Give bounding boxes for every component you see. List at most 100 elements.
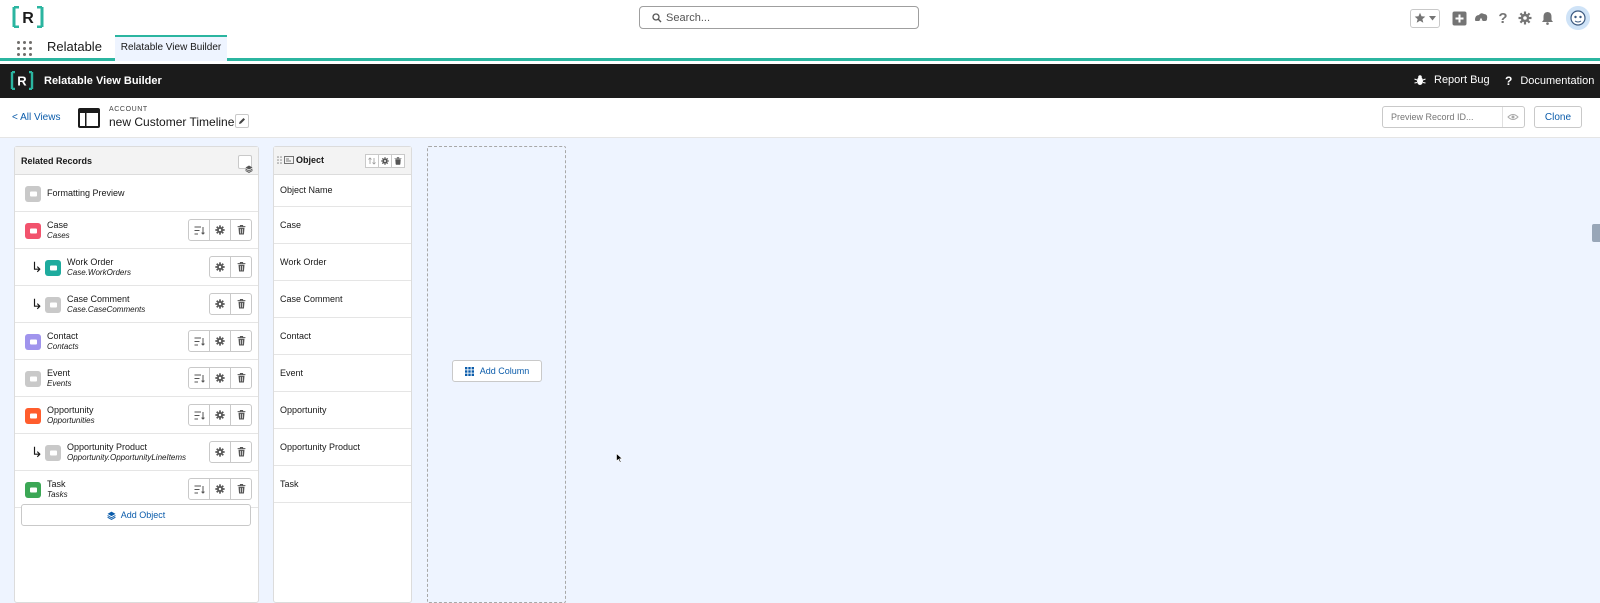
sort-button[interactable] <box>365 154 379 168</box>
sort-button[interactable] <box>188 404 210 426</box>
settings-button[interactable] <box>209 367 231 389</box>
global-add-icon[interactable] <box>1448 7 1470 29</box>
trash-icon <box>237 484 246 494</box>
related-records-header: Related Records <box>15 147 258 175</box>
formatting-preview-icon <box>25 186 41 202</box>
preview-eye-icon[interactable] <box>1504 111 1522 123</box>
delete-button[interactable] <box>230 256 252 278</box>
settings-button[interactable] <box>209 330 231 352</box>
sort-icon <box>194 374 205 383</box>
settings-button[interactable] <box>209 441 231 463</box>
gear-icon <box>215 410 225 420</box>
related-record-row[interactable]: Event Events <box>15 360 258 397</box>
object-cell: Case <box>274 207 411 244</box>
delete-button[interactable] <box>230 330 252 352</box>
related-records-panel: Related Records Formatting Preview Case Ca… <box>14 146 259 603</box>
sort-button[interactable] <box>188 367 210 389</box>
all-views-link[interactable]: < All Views <box>12 112 60 123</box>
related-record-row[interactable]: Task Tasks <box>15 471 258 508</box>
related-record-row[interactable]: Opportunity Opportunities <box>15 397 258 434</box>
settings-button[interactable] <box>209 293 231 315</box>
view-header: < All Views ACCOUNT new Customer Timelin… <box>0 98 1600 138</box>
tab-relatable-view-builder[interactable]: Relatable View Builder <box>115 35 227 61</box>
builder-title: Relatable View Builder <box>44 75 162 87</box>
delete-button[interactable] <box>230 367 252 389</box>
related-record-row[interactable]: ↳ Work Order Case.WorkOrders <box>15 249 258 286</box>
sort-button[interactable] <box>188 478 210 500</box>
add-column-drop-zone[interactable]: Add Column <box>427 146 566 603</box>
side-panel-tab[interactable] <box>1592 224 1600 242</box>
row-actions <box>209 256 252 278</box>
sort-button[interactable] <box>188 219 210 241</box>
related-record-row[interactable]: ↳ Case Comment Case.CaseComments <box>15 286 258 323</box>
trash-icon <box>237 225 246 235</box>
column-settings-button[interactable] <box>378 154 392 168</box>
add-column-button[interactable]: Add Column <box>452 360 542 382</box>
related-record-path: Opportunity.OpportunityLineItems <box>67 453 187 462</box>
object-cell: Task <box>274 466 411 503</box>
sort-button[interactable] <box>188 330 210 352</box>
clone-button[interactable]: Clone <box>1534 106 1582 128</box>
related-record-row[interactable]: Contact Contacts <box>15 323 258 360</box>
favorites-button[interactable] <box>1410 8 1440 28</box>
drag-handle-icon[interactable] <box>277 156 282 166</box>
work-order-icon <box>45 260 61 276</box>
related-record-row[interactable]: ↳ Opportunity Product Opportunity.Opportun… <box>15 434 258 471</box>
search-icon <box>652 13 662 23</box>
add-column-label: Add Column <box>479 366 530 376</box>
object-column-header[interactable]: Object <box>274 147 411 175</box>
object-cell: Work Order <box>274 244 411 281</box>
report-bug-button[interactable]: Report Bug <box>1414 74 1490 86</box>
delete-button[interactable] <box>230 219 252 241</box>
related-record-path: Tasks <box>47 490 68 499</box>
related-record-row[interactable]: Formatting Preview <box>15 175 258 212</box>
app-launcher-icon[interactable] <box>17 41 32 56</box>
settings-button[interactable] <box>209 219 231 241</box>
edit-view-name-button[interactable] <box>235 114 249 128</box>
trailhead-icon[interactable] <box>1470 7 1492 29</box>
preview-record-id-input[interactable] <box>1383 107 1503 127</box>
delete-button[interactable] <box>230 404 252 426</box>
svg-text:R: R <box>17 74 27 89</box>
help-icon[interactable]: ? <box>1492 7 1514 29</box>
object-cell: Event <box>274 355 411 392</box>
related-records-title: Related Records <box>21 156 93 166</box>
row-actions <box>188 478 252 500</box>
sort-icon <box>194 226 205 235</box>
object-column-actions <box>365 154 405 168</box>
related-record-row[interactable]: Case Cases <box>15 212 258 249</box>
report-bug-label: Report Bug <box>1434 74 1490 86</box>
documentation-button[interactable]: ? Documentation <box>1505 74 1594 88</box>
preview-record-box[interactable] <box>1382 106 1525 128</box>
delete-button[interactable] <box>230 441 252 463</box>
related-record-name: Case <box>47 220 69 230</box>
settings-button[interactable] <box>209 478 231 500</box>
delete-column-button[interactable] <box>391 154 405 168</box>
settings-button[interactable] <box>209 404 231 426</box>
related-record-path: Contacts <box>47 342 79 351</box>
child-relation-arrow-icon: ↳ <box>31 259 43 275</box>
notifications-bell-icon[interactable] <box>1536 7 1558 29</box>
favorites-star-icon[interactable] <box>1414 12 1426 24</box>
search-input[interactable] <box>666 8 911 27</box>
user-avatar[interactable] <box>1566 6 1590 30</box>
object-column-cells: Object Name Case Work Order Case Comment Con… <box>274 175 411 503</box>
collapse-stack-button[interactable] <box>238 155 253 173</box>
global-header: R ? <box>0 0 1600 35</box>
case-icon <box>25 223 41 239</box>
case-comment-icon <box>45 297 61 313</box>
favorites-dropdown-icon[interactable] <box>1429 15 1436 21</box>
related-record-name: Contact <box>47 331 79 341</box>
help-icon: ? <box>1505 74 1513 88</box>
add-object-button[interactable]: Add Object <box>21 504 251 526</box>
settings-button[interactable] <box>209 256 231 278</box>
gear-icon <box>215 336 225 346</box>
documentation-label: Documentation <box>1520 75 1595 87</box>
child-relation-arrow-icon: ↳ <box>31 296 43 312</box>
delete-button[interactable] <box>230 478 252 500</box>
setup-gear-icon[interactable] <box>1514 7 1536 29</box>
sort-icon <box>194 337 205 346</box>
global-search-box[interactable] <box>639 6 919 29</box>
relatable-logo[interactable]: R <box>12 6 44 28</box>
delete-button[interactable] <box>230 293 252 315</box>
